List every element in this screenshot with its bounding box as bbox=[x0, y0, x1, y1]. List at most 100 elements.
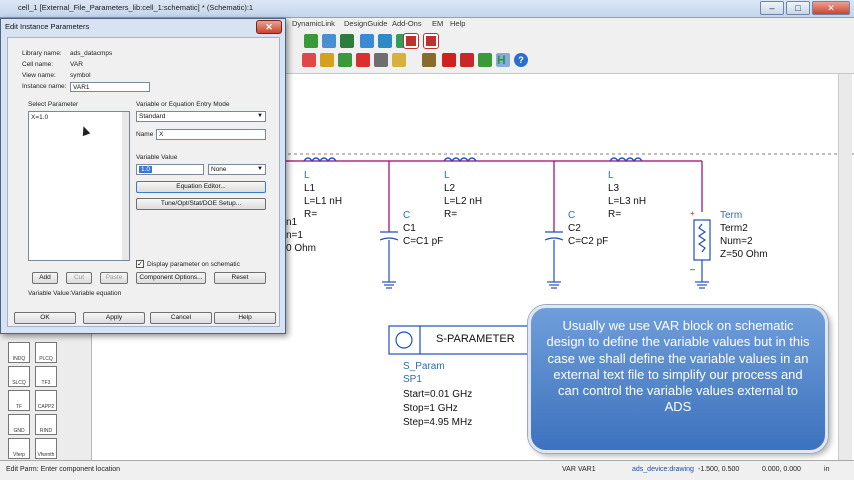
align-icon[interactable] bbox=[340, 34, 354, 48]
dialog-close-button[interactable]: ✕ bbox=[256, 20, 282, 34]
c2-name: C2 bbox=[568, 223, 581, 234]
term1-z-partial: 0 Ohm bbox=[286, 243, 317, 254]
short-icon[interactable] bbox=[423, 33, 439, 49]
parameter-list[interactable]: X=1.0 bbox=[28, 111, 130, 261]
chevron-down-icon: ▼ bbox=[257, 166, 263, 172]
palette-vferp[interactable]: Vferp bbox=[8, 438, 30, 459]
dialog-body: Library name: ads_datacmps Cell name: VA… bbox=[7, 37, 280, 327]
edit-instance-parameters-dialog: Edit Instance Parameters ✕ Library name:… bbox=[0, 18, 286, 334]
palette-plcq[interactable]: PLCQ bbox=[35, 342, 57, 363]
palette-rind[interactable]: RIND bbox=[35, 414, 57, 435]
help-button[interactable]: Help bbox=[214, 312, 276, 324]
instance-label: Instance name: bbox=[22, 83, 67, 90]
view-value: symbol bbox=[70, 72, 91, 79]
l2-name: L2 bbox=[444, 183, 456, 194]
palette-vfwrnth[interactable]: Vfwrnth bbox=[35, 438, 57, 459]
deactivate-icon[interactable] bbox=[403, 33, 419, 49]
name-input[interactable]: X bbox=[156, 129, 266, 140]
palette-indq[interactable]: INDQ bbox=[8, 342, 30, 363]
term-minus-sign: – bbox=[690, 264, 695, 274]
minimize-button[interactable]: – bbox=[760, 1, 784, 15]
status-coords: -1.500, 0.500 bbox=[698, 466, 740, 473]
capacitor-c2-symbol bbox=[544, 231, 564, 289]
menu-addons[interactable]: Add-Ons bbox=[392, 19, 422, 28]
rotate-icon[interactable] bbox=[360, 34, 374, 48]
instance-name-input[interactable]: VAR1 bbox=[70, 82, 150, 92]
entry-mode-label: Variable or Equation Entry Mode bbox=[136, 101, 230, 108]
pin-icon[interactable] bbox=[304, 34, 318, 48]
ok-button[interactable]: OK bbox=[14, 312, 76, 324]
term1-num-partial: n=1 bbox=[286, 230, 303, 241]
equation-editor-button[interactable]: Equation Editor... bbox=[136, 181, 266, 193]
status-context: ads_device:drawing bbox=[632, 466, 694, 473]
cancel-button[interactable]: Cancel bbox=[150, 312, 212, 324]
l1-name: L1 bbox=[304, 183, 316, 194]
simulate-icon[interactable] bbox=[460, 53, 474, 67]
palette-tf[interactable]: TF bbox=[8, 390, 30, 411]
l1-type: L bbox=[304, 170, 310, 181]
node-icon[interactable] bbox=[374, 53, 388, 67]
menu-designguide[interactable]: DesignGuide bbox=[344, 19, 387, 28]
l3-value: L=L3 nH bbox=[608, 196, 647, 207]
palette-tf3[interactable]: TF3 bbox=[35, 366, 57, 387]
gnd-up-icon[interactable] bbox=[356, 53, 370, 67]
tune-setup-button[interactable]: Tune/Opt/Stat/DOE Setup... bbox=[136, 198, 266, 210]
add-button[interactable]: Add bbox=[32, 272, 58, 284]
sparam-type: S_Param bbox=[403, 361, 445, 372]
l2-value: L=L2 nH bbox=[444, 196, 483, 207]
menu-dynamiclink[interactable]: DynamicLink bbox=[292, 19, 335, 28]
palette-gnd[interactable]: GND bbox=[8, 414, 30, 435]
l3-r: R= bbox=[608, 209, 622, 220]
term2-name: Term2 bbox=[720, 223, 748, 234]
netlist-icon[interactable] bbox=[422, 53, 436, 67]
display-parameter-checkbox[interactable]: ✓ bbox=[136, 260, 144, 268]
status-unit: in bbox=[824, 466, 830, 473]
sparam-header: S-PARAMETER bbox=[436, 333, 515, 345]
c1-name: C1 bbox=[403, 223, 416, 234]
push-icon[interactable] bbox=[442, 53, 456, 67]
highlight-h-icon[interactable]: H bbox=[497, 53, 511, 67]
library-value: ads_datacmps bbox=[70, 50, 113, 57]
ground-icon[interactable] bbox=[338, 53, 352, 67]
term-plus-sign: + bbox=[690, 209, 695, 218]
palette-slcq[interactable]: SLCQ bbox=[8, 366, 30, 387]
term1-name-partial: n1 bbox=[286, 217, 298, 228]
component-options-button[interactable]: Component Options... bbox=[136, 272, 206, 284]
parameter-list-scrollbar[interactable] bbox=[122, 112, 129, 260]
help-icon[interactable]: ? bbox=[514, 53, 528, 67]
vertical-scrollbar[interactable] bbox=[838, 74, 852, 460]
mirror-icon[interactable] bbox=[378, 34, 392, 48]
apply-button[interactable]: Apply bbox=[83, 312, 145, 324]
cut-button[interactable]: Cut bbox=[66, 272, 92, 284]
display-parameter-label: Display parameter on schematic bbox=[147, 261, 240, 268]
tune-icon[interactable] bbox=[478, 53, 492, 67]
term2-z: Z=50 Ohm bbox=[720, 249, 768, 260]
palette-capp2[interactable]: CAPP2 bbox=[35, 390, 57, 411]
paste-button[interactable]: Paste bbox=[100, 272, 128, 284]
maximize-button[interactable]: □ bbox=[786, 1, 810, 15]
menu-help[interactable]: Help bbox=[450, 19, 465, 28]
parameter-item-x[interactable]: X=1.0 bbox=[31, 114, 48, 121]
l2-type: L bbox=[444, 170, 450, 181]
pencil-icon[interactable] bbox=[392, 53, 406, 67]
unit-select[interactable]: None ▼ bbox=[208, 164, 266, 175]
entry-mode-select[interactable]: Standard ▼ bbox=[136, 111, 266, 122]
term2-symbol bbox=[693, 219, 711, 289]
reset-button[interactable]: Reset bbox=[214, 272, 266, 284]
sparam-start: Start=0.01 GHz bbox=[403, 389, 473, 400]
l3-name: L3 bbox=[608, 183, 620, 194]
window-title: cell_1 [External_File_Parameters_lib:cel… bbox=[18, 3, 254, 12]
menu-em[interactable]: EM bbox=[432, 19, 443, 28]
library-label: Library name: bbox=[22, 50, 62, 57]
statusbar: Edit Parm: Enter component location VAR … bbox=[0, 460, 854, 480]
sparam-name: SP1 bbox=[403, 374, 422, 385]
variable-value-input[interactable]: 1.0 bbox=[136, 164, 204, 175]
close-window-button[interactable]: ✕ bbox=[812, 1, 850, 15]
callout-text: Usually we use VAR block on schematic de… bbox=[546, 318, 810, 415]
sparam-stop: Stop=1 GHz bbox=[403, 403, 458, 414]
probe-icon[interactable] bbox=[320, 53, 334, 67]
select-icon[interactable] bbox=[302, 53, 316, 67]
wire-icon[interactable] bbox=[322, 34, 336, 48]
l1-value: L=L1 nH bbox=[304, 196, 343, 207]
status-coords2: 0.000, 0.000 bbox=[762, 466, 801, 473]
